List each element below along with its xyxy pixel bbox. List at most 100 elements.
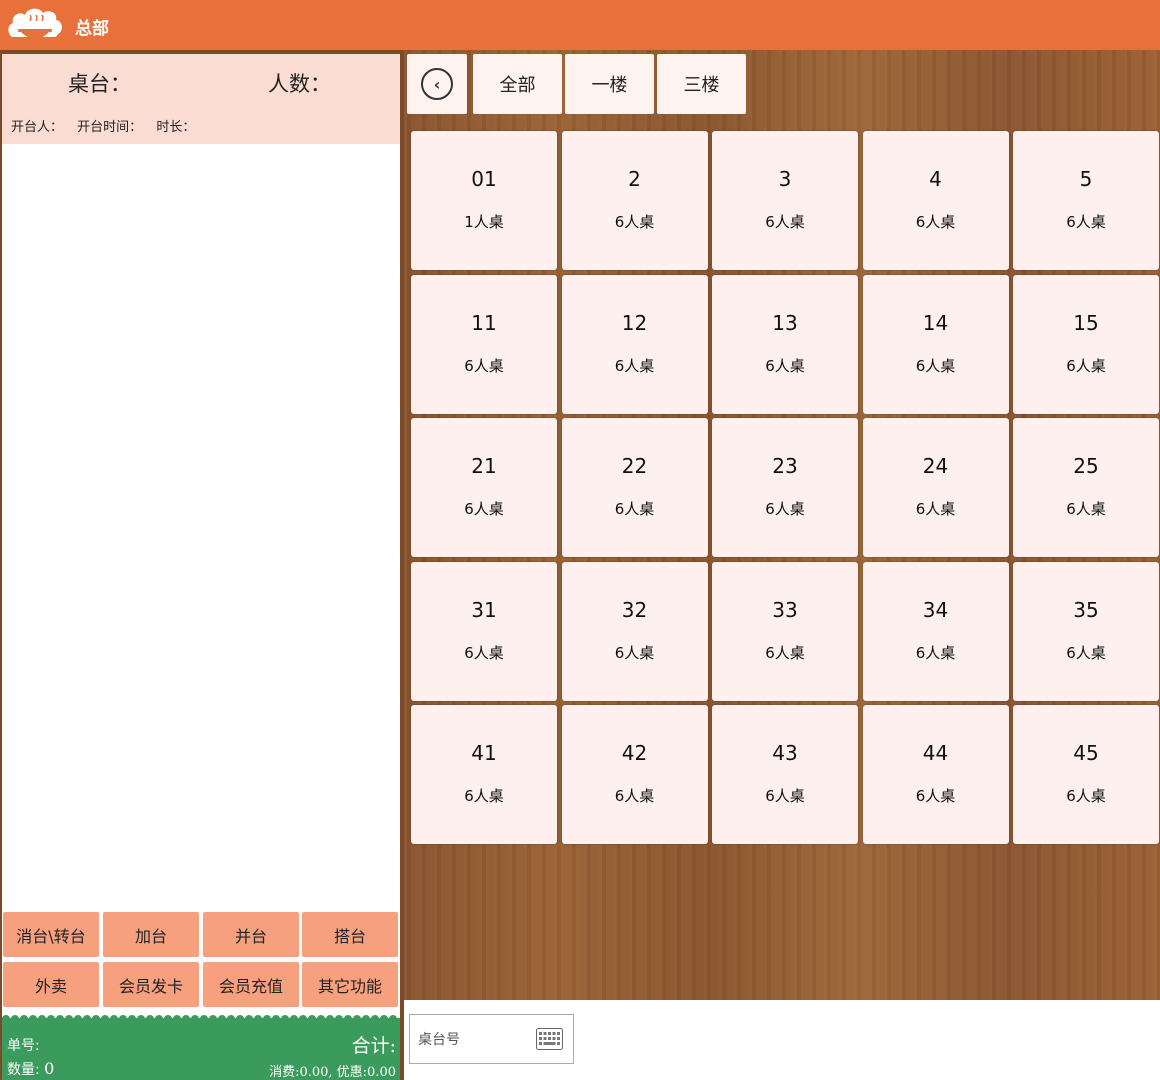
- table-card[interactable]: 22 6人桌: [561, 418, 708, 557]
- other-functions-button[interactable]: 其它功能: [302, 962, 398, 1007]
- table-card[interactable]: 33 6人桌: [712, 561, 858, 701]
- table-card[interactable]: 11 6人桌: [411, 274, 557, 414]
- table-number: 21: [471, 454, 497, 478]
- table-card[interactable]: 43 6人桌: [712, 705, 858, 844]
- table-capacity: 6人桌: [1066, 643, 1106, 662]
- share-table-button[interactable]: 搭台: [302, 912, 398, 957]
- quantity-value: 0: [44, 1059, 55, 1078]
- table-capacity: 6人桌: [614, 356, 655, 375]
- table-card[interactable]: 24 6人桌: [862, 418, 1009, 557]
- table-number: 13: [772, 310, 798, 335]
- tab-all[interactable]: 全部: [473, 54, 562, 114]
- table-capacity: 6人桌: [1066, 787, 1106, 805]
- takeout-button[interactable]: 外卖: [3, 962, 99, 1007]
- table-capacity: 6人桌: [464, 500, 504, 518]
- table-card[interactable]: 15 6人桌: [1013, 274, 1159, 414]
- total-label: 合计:: [351, 1035, 396, 1057]
- quantity-display: 数量: 0: [7, 1059, 54, 1079]
- table-card[interactable]: 12 6人桌: [561, 274, 708, 414]
- open-time-label: 开台时间：: [77, 120, 143, 135]
- table-number: 24: [922, 454, 949, 478]
- quantity-label: 数量:: [7, 1062, 40, 1078]
- order-summary: 单号: 合计: 数量: 0 消费:0.00, 优惠:0.00: [2, 1021, 400, 1080]
- table-card[interactable]: 45 6人桌: [1013, 705, 1159, 844]
- chef-hat-bowl-logo-icon: [8, 8, 62, 39]
- table-number: 32: [621, 597, 648, 622]
- table-number: 45: [1073, 741, 1099, 765]
- table-capacity: 6人桌: [765, 787, 805, 805]
- table-card[interactable]: 25 6人桌: [1013, 418, 1159, 557]
- table-card[interactable]: 42 6人桌: [561, 705, 708, 844]
- table-capacity: 6人桌: [464, 787, 504, 805]
- add-table-button[interactable]: 加台: [103, 912, 199, 957]
- table-capacity: 6人桌: [765, 213, 805, 231]
- table-capacity: 6人桌: [614, 643, 655, 662]
- table-number: 34: [922, 597, 949, 622]
- table-card[interactable]: 41 6人桌: [411, 705, 557, 844]
- tab-floor-3[interactable]: 三楼: [657, 54, 746, 114]
- table-number: 23: [772, 454, 798, 478]
- table-capacity: 6人桌: [464, 356, 504, 375]
- table-number: 15: [1073, 310, 1099, 335]
- table-card[interactable]: 35 6人桌: [1013, 561, 1159, 701]
- table-card[interactable]: 31 6人桌: [411, 561, 557, 701]
- table-capacity: 6人桌: [1066, 213, 1106, 231]
- table-card[interactable]: 23 6人桌: [712, 418, 858, 557]
- table-capacity: 6人桌: [915, 643, 956, 662]
- table-search-box: [409, 1014, 574, 1064]
- table-number: 43: [772, 741, 798, 765]
- back-arrow-circle-icon: ‹: [421, 68, 453, 100]
- table-label: 桌台：: [68, 72, 131, 96]
- member-recharge-button[interactable]: 会员充值: [203, 962, 299, 1007]
- table-capacity: 6人桌: [614, 500, 655, 518]
- order-sub-info: 开台人： 开台时间： 时长：: [11, 116, 205, 135]
- table-number: 22: [621, 454, 648, 478]
- table-card[interactable]: 32 6人桌: [561, 561, 708, 701]
- table-card[interactable]: 13 6人桌: [712, 274, 858, 414]
- table-number: 5: [1079, 167, 1093, 191]
- table-capacity: 6人桌: [765, 356, 805, 375]
- table-capacity: 6人桌: [765, 643, 805, 662]
- keyboard-icon[interactable]: [536, 1028, 563, 1050]
- table-number: 41: [471, 741, 497, 765]
- table-card[interactable]: 3 6人桌: [712, 131, 858, 270]
- member-card-issue-button[interactable]: 会员发卡: [103, 962, 199, 1007]
- back-button[interactable]: ‹: [407, 54, 467, 114]
- order-item-list[interactable]: [2, 144, 400, 904]
- search-bar: [404, 1000, 1160, 1080]
- table-number: 35: [1073, 597, 1099, 622]
- order-number-label: 单号:: [7, 1038, 40, 1054]
- close-transfer-table-button[interactable]: 消台\转台: [3, 912, 99, 957]
- table-number: 33: [772, 597, 798, 622]
- table-number: 4: [929, 167, 942, 191]
- cost-discount-text: 消费:0.00, 优惠:0.00: [269, 1065, 396, 1080]
- table-capacity: 6人桌: [614, 213, 655, 231]
- table-number: 3: [778, 167, 792, 191]
- table-number: 42: [621, 741, 648, 765]
- table-number-input[interactable]: [418, 1027, 528, 1053]
- table-capacity: 6人桌: [1066, 500, 1106, 518]
- table-capacity: 6人桌: [915, 213, 956, 231]
- table-number: 01: [471, 167, 497, 191]
- table-card[interactable]: 01 1人桌: [411, 131, 557, 270]
- table-number: 31: [471, 597, 497, 622]
- table-capacity: 6人桌: [614, 787, 655, 805]
- table-card[interactable]: 34 6人桌: [862, 561, 1009, 701]
- table-card[interactable]: 2 6人桌: [561, 131, 708, 270]
- table-capacity: 6人桌: [1066, 356, 1106, 375]
- table-card[interactable]: 5 6人桌: [1013, 131, 1159, 270]
- merge-table-button[interactable]: 并台: [203, 912, 299, 957]
- app-title: 总部: [75, 19, 109, 39]
- table-card[interactable]: 4 6人桌: [862, 131, 1009, 270]
- table-card[interactable]: 21 6人桌: [411, 418, 557, 557]
- table-number: 11: [471, 310, 497, 335]
- top-bar: 总部: [0, 0, 1160, 50]
- table-card[interactable]: 44 6人桌: [862, 705, 1009, 844]
- tab-floor-1[interactable]: 一楼: [565, 54, 654, 114]
- table-number: 14: [922, 310, 949, 335]
- table-card[interactable]: 14 6人桌: [862, 274, 1009, 414]
- table-capacity: 6人桌: [915, 787, 956, 805]
- table-number: 44: [922, 741, 949, 765]
- order-header: 桌台： 人数： 开台人： 开台时间： 时长：: [2, 54, 400, 144]
- table-capacity: 6人桌: [765, 500, 805, 518]
